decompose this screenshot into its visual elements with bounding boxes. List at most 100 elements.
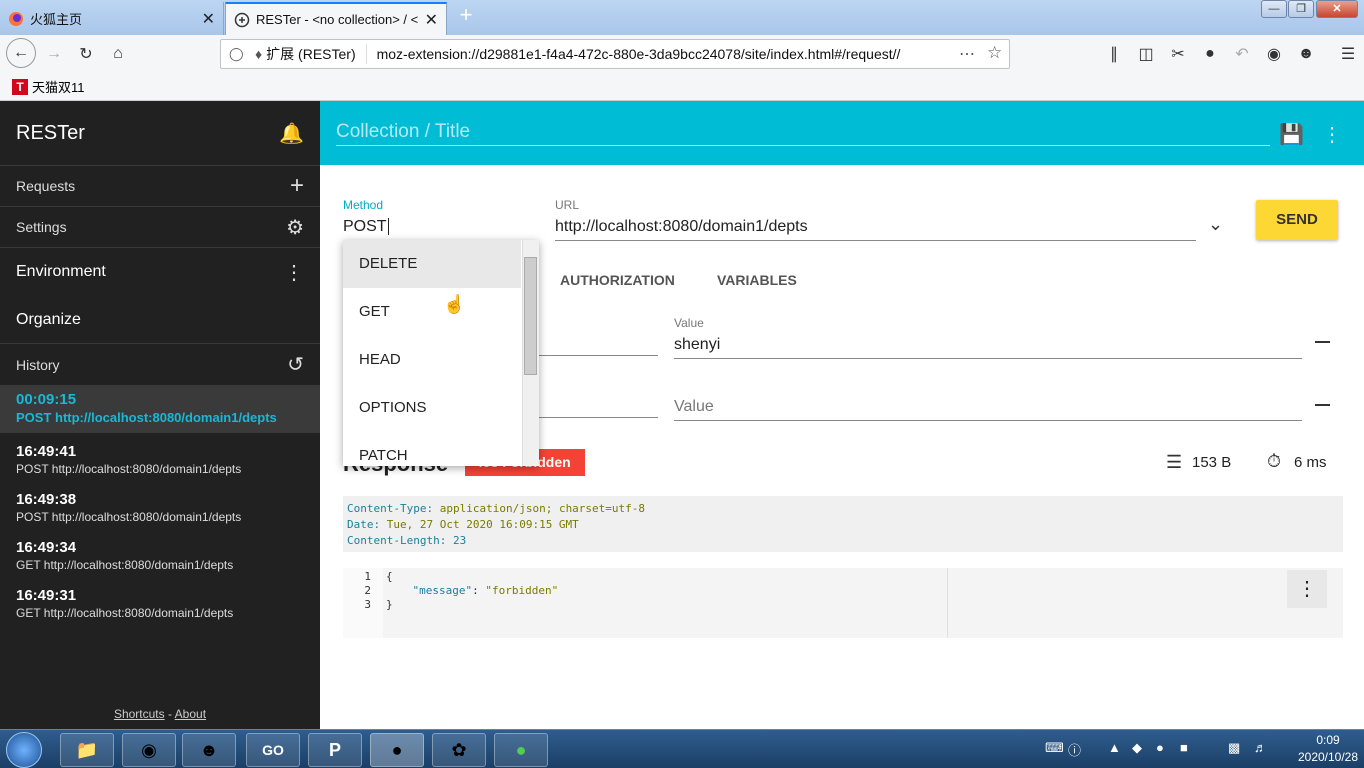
more-vert-icon[interactable]: ⋮ <box>1287 570 1327 608</box>
param-value-placeholder[interactable]: Value <box>674 398 1302 421</box>
firefox-icon <box>9 11 23 26</box>
add-icon[interactable]: + <box>290 172 304 200</box>
history-item[interactable]: 16:49:41 POST http://localhost:8080/doma… <box>0 443 320 476</box>
library-icon[interactable]: ∥ <box>1100 41 1128 67</box>
address-bar[interactable]: ◯ ♦ 扩展 (RESTer) moz-extension://d29881e1-… <box>220 39 1010 69</box>
start-button[interactable] <box>6 732 42 768</box>
value-label: Value <box>674 316 704 330</box>
header-value: application/json; charset=utf-8 <box>439 502 646 515</box>
sidebar-item-environment[interactable]: Environment ⋮ <box>0 248 320 296</box>
sidebar-item-requests[interactable]: Requests + <box>0 166 320 207</box>
volume-icon[interactable]: ♬ <box>1254 740 1267 755</box>
crayon-shinchan-icon[interactable]: ☻ <box>182 733 236 767</box>
sidebar-item-history[interactable]: History ↺ <box>0 344 320 385</box>
maximize-button[interactable]: ❐ <box>1288 0 1314 18</box>
keyboard-icon[interactable]: ⌨ <box>1045 740 1064 756</box>
remove-param-icon[interactable] <box>1315 404 1330 406</box>
remove-param-icon[interactable] <box>1315 341 1330 343</box>
collection-title-input[interactable]: Collection / Title <box>336 118 1270 146</box>
param-value-input[interactable]: shenyi <box>674 336 1302 359</box>
security-icon[interactable]: ◆ <box>1132 740 1142 756</box>
method-option-get[interactable]: GET <box>343 288 521 336</box>
undo-icon[interactable]: ↶ <box>1228 41 1256 67</box>
method-option-options[interactable]: OPTIONS <box>343 384 521 432</box>
chrome-icon[interactable]: ◉ <box>122 733 176 767</box>
extension-icon[interactable]: ◉ <box>1260 41 1288 67</box>
browser-tab-rester[interactable]: RESTer - <no collection> / < ✕ <box>225 2 447 35</box>
url-input[interactable]: http://localhost:8080/domain1/depts <box>555 218 1196 241</box>
more-vert-icon[interactable]: ⋮ <box>284 260 304 285</box>
history-item[interactable]: 00:09:15 POST http://localhost:8080/doma… <box>0 385 320 433</box>
forward-arrow-icon[interactable]: → <box>40 41 68 67</box>
print-margin <box>947 568 948 638</box>
history-request: POST http://localhost:8080/domain1/depts <box>16 510 242 524</box>
json-key: "message" <box>412 584 473 597</box>
reload-icon[interactable]: ↻ <box>72 41 100 67</box>
window-close-button[interactable]: ✕ <box>1316 0 1358 18</box>
bell-icon[interactable]: 🔔 <box>279 121 304 146</box>
minimize-button[interactable]: — <box>1261 0 1287 18</box>
chat-icon[interactable]: ● <box>1196 41 1224 67</box>
method-option-head[interactable]: HEAD <box>343 336 521 384</box>
firefox-taskbar-icon[interactable]: ● <box>370 733 424 767</box>
sidebar-item-label: Requests <box>16 178 76 194</box>
tray-app-icon[interactable]: ■ <box>1180 740 1188 755</box>
help-icon[interactable]: ⓘ <box>1068 740 1081 759</box>
header-line: Content-Length: 23 <box>347 534 467 547</box>
network-icon[interactable]: ▩ <box>1228 740 1240 756</box>
tab-authorization[interactable]: AUTHORIZATION <box>560 272 675 288</box>
shield-icon[interactable]: ◯ <box>229 46 244 62</box>
browser-tab-firefox-home[interactable]: 火狐主页 ✕ <box>0 2 224 35</box>
shortcuts-link[interactable]: Shortcuts <box>114 707 165 721</box>
sidebar-toggle-icon[interactable]: ◫ <box>1132 41 1160 67</box>
tab-variables[interactable]: VARIABLES <box>717 272 797 288</box>
app-icon[interactable]: ✿ <box>432 733 486 767</box>
header-value: 23 <box>452 534 467 547</box>
response-time: 6 ms <box>1294 454 1327 471</box>
gear-icon[interactable]: ⚙ <box>286 215 304 240</box>
sidebar-item-settings[interactable]: Settings ⚙ <box>0 207 320 248</box>
sidebar-footer: Shortcuts - About <box>0 707 320 721</box>
account-icon[interactable]: ☻ <box>1292 41 1320 67</box>
menu-icon[interactable]: ☰ <box>1334 41 1362 67</box>
close-tab-icon[interactable]: ✕ <box>425 10 438 30</box>
send-button[interactable]: SEND <box>1256 200 1338 240</box>
about-link[interactable]: About <box>175 707 206 721</box>
home-icon[interactable]: ⌂ <box>104 41 132 67</box>
more-vert-icon[interactable]: ⋮ <box>1322 122 1342 147</box>
sidebar-item-organize[interactable]: Organize <box>0 296 320 344</box>
dropdown-scroll-thumb[interactable] <box>524 257 537 375</box>
show-hidden-icons[interactable]: ▲ <box>1108 740 1121 755</box>
new-tab-button[interactable]: + <box>454 4 478 28</box>
wechat-icon[interactable]: ● <box>494 733 548 767</box>
file-explorer-icon[interactable]: 📁 <box>60 733 114 767</box>
timer-icon: ⏱ <box>1267 451 1282 471</box>
qq-icon[interactable]: ● <box>1156 740 1164 755</box>
history-item[interactable]: 16:49:31 GET http://localhost:8080/domai… <box>0 587 320 620</box>
goland-icon[interactable]: GO <box>246 733 300 767</box>
extension-identity[interactable]: ♦ 扩展 (RESTer) <box>247 44 367 64</box>
text-cursor <box>387 218 389 235</box>
close-tab-icon[interactable]: ✕ <box>202 9 215 29</box>
footer-separator: - <box>164 707 175 721</box>
history-item[interactable]: 16:49:34 GET http://localhost:8080/domai… <box>0 539 320 572</box>
page-actions-icon[interactable]: ⋯ <box>959 44 975 64</box>
system-clock[interactable]: 0:09 2020/10/28 <box>1296 732 1360 766</box>
history-icon[interactable]: ↺ <box>287 352 304 377</box>
screenshot-icon[interactable]: ✂ <box>1164 41 1192 67</box>
bookmark-item[interactable]: 天猫双11 <box>32 77 85 96</box>
chevron-down-icon[interactable]: ⌄ <box>1208 214 1223 235</box>
method-option-delete[interactable]: DELETE <box>343 240 521 288</box>
powerpoint-icon[interactable]: P <box>308 733 362 767</box>
method-input[interactable]: POST <box>343 218 539 242</box>
param-name-input[interactable] <box>539 355 658 356</box>
param-name-input[interactable] <box>539 417 658 418</box>
history-item[interactable]: 16:49:38 POST http://localhost:8080/doma… <box>0 491 320 524</box>
code-line: } <box>386 598 393 611</box>
bookmark-star-icon[interactable]: ☆ <box>987 43 1002 63</box>
url-text[interactable]: moz-extension://d29881e1-f4a4-472c-880e-… <box>367 46 947 62</box>
method-option-patch[interactable]: PATCH <box>343 432 521 466</box>
back-arrow-icon[interactable]: ← <box>6 38 36 68</box>
history-time: 16:49:34 <box>16 539 77 556</box>
save-icon[interactable]: 💾 <box>1279 122 1304 147</box>
